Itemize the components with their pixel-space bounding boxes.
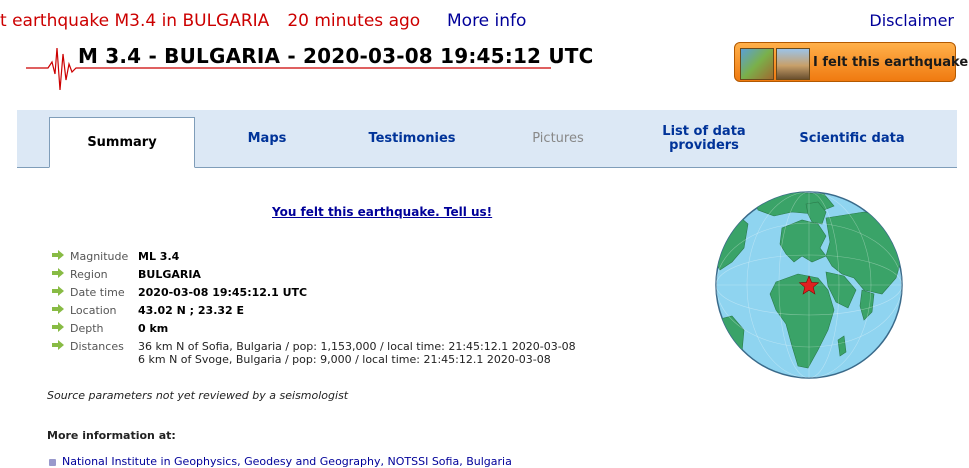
tab-pictures: Pictures <box>532 130 584 146</box>
felt-earthquake-button[interactable]: I felt this earthquake <box>734 42 968 82</box>
green-arrow-icon <box>52 286 64 296</box>
top-bar: t earthquake M3.4 in BULGARIA 20 minutes … <box>0 0 969 40</box>
disclaimer-link[interactable]: Disclaimer <box>869 11 954 30</box>
distance-item: 6 km N of Svoge, Bulgaria / pop: 9,000 /… <box>138 353 551 366</box>
param-value: 43.02 N ; 23.32 E <box>138 304 245 317</box>
param-label: Magnitude <box>70 250 129 263</box>
bullet-icon <box>49 458 56 466</box>
distance-item: 36 km N of Sofia, Bulgaria / pop: 1,153,… <box>138 340 576 353</box>
tab-scientific-data[interactable]: Scientific data <box>782 110 922 167</box>
tab-testimonies[interactable]: Testimonies <box>352 110 472 167</box>
ticker-ago[interactable]: 20 minutes ago <box>287 11 420 31</box>
felt-photo-thumbnail <box>776 48 810 80</box>
felt-button-label[interactable]: I felt this earthquake <box>813 55 968 70</box>
param-label: Date time <box>70 286 125 299</box>
green-arrow-icon <box>52 304 64 314</box>
institute-link[interactable]: National Institute in Geophysics, Geodes… <box>49 455 512 468</box>
green-arrow-icon <box>52 340 64 350</box>
param-label: Depth <box>70 322 104 335</box>
green-arrow-icon <box>52 268 64 278</box>
distances-list: 36 km N of Sofia, Bulgaria / pop: 1,153,… <box>138 340 576 366</box>
ticker-text[interactable]: t earthquake M3.4 in BULGARIA <box>0 11 269 31</box>
param-label: Region <box>70 268 108 281</box>
felt-map-thumbnail <box>740 48 774 80</box>
green-arrow-icon <box>52 250 64 260</box>
param-value: ML 3.4 <box>138 250 180 263</box>
page-title: M 3.4 - BULGARIA - 2020-03-08 19:45:12 U… <box>78 44 594 68</box>
param-label: Distances <box>70 340 124 353</box>
more-info-link[interactable]: More info <box>447 11 526 31</box>
param-value: 0 km <box>138 322 169 335</box>
more-info-heading: More information at: <box>47 429 176 442</box>
institute-label[interactable]: National Institute in Geophysics, Geodes… <box>62 455 512 468</box>
tab-maps[interactable]: Maps <box>207 110 327 167</box>
green-arrow-icon <box>52 322 64 332</box>
tab-bar: Summary Maps Testimonies Pictures List o… <box>17 110 957 168</box>
tab-data-providers[interactable]: List of data providers <box>649 110 759 167</box>
source-note: Source parameters not yet reviewed by a … <box>47 389 349 402</box>
globe-map[interactable] <box>714 190 904 380</box>
tab-summary[interactable]: Summary <box>49 117 195 168</box>
tell-us-link[interactable]: You felt this earthquake. Tell us! <box>272 205 492 219</box>
ticker[interactable]: t earthquake M3.4 in BULGARIA 20 minutes … <box>0 11 420 31</box>
param-value: 2020-03-08 19:45:12.1 UTC <box>138 286 308 299</box>
param-label: Location <box>70 304 117 317</box>
param-value: BULGARIA <box>138 268 201 281</box>
